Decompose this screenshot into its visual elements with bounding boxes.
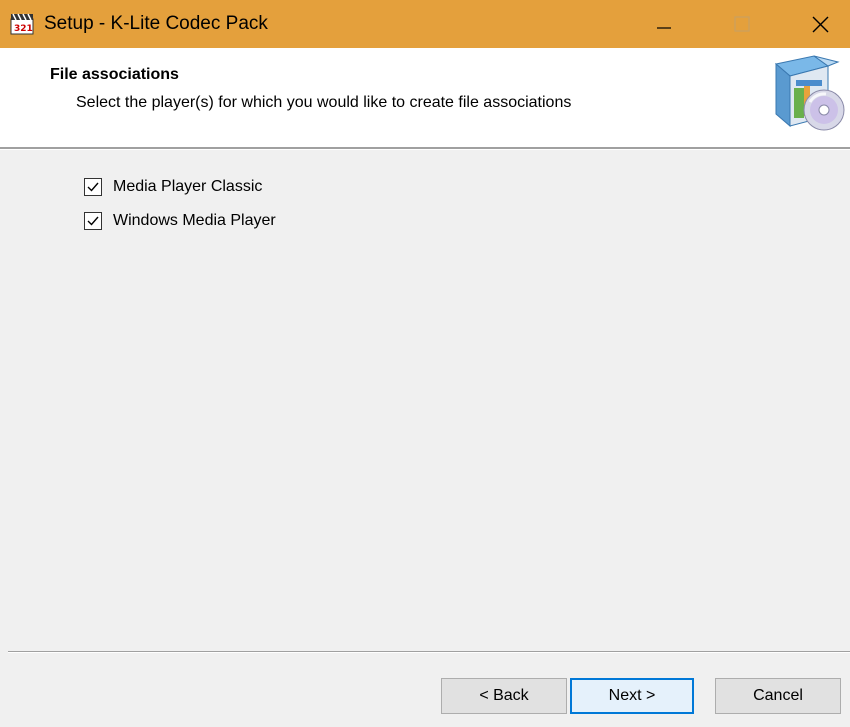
option-label[interactable]: Media Player Classic [113, 178, 262, 196]
minimize-button[interactable] [640, 0, 698, 48]
checkmark-icon [87, 182, 99, 192]
title-bar[interactable]: 321 Setup - K-Lite Codec Pack [0, 0, 850, 48]
checkmark-icon [87, 216, 99, 226]
maximize-button[interactable] [712, 0, 770, 48]
option-windows-media-player[interactable]: Windows Media Player [84, 209, 276, 233]
next-button[interactable]: Next > [570, 678, 694, 714]
cancel-button[interactable]: Cancel [715, 678, 841, 714]
close-icon [812, 16, 829, 33]
page-subtitle: Select the player(s) for which you would… [76, 94, 572, 111]
checkbox-windows-media-player[interactable] [84, 212, 102, 230]
svg-text:321: 321 [14, 24, 33, 34]
installer-box-cd-icon [774, 55, 845, 131]
checkbox-media-player-classic[interactable] [84, 178, 102, 196]
app-icon: 321 [10, 13, 34, 35]
setup-window: 321 Setup - K-Lite Codec Pack File assoc… [0, 0, 850, 727]
option-media-player-classic[interactable]: Media Player Classic [84, 175, 262, 199]
header-divider [0, 147, 850, 150]
page-title: File associations [50, 66, 179, 83]
option-label[interactable]: Windows Media Player [113, 212, 276, 230]
close-button[interactable] [792, 0, 850, 48]
maximize-icon [734, 16, 750, 32]
back-button[interactable]: < Back [441, 678, 567, 714]
minimize-icon [657, 27, 671, 29]
footer-divider [8, 651, 850, 653]
window-title: Setup - K-Lite Codec Pack [44, 13, 268, 34]
wizard-header: File associations Select the player(s) f… [0, 48, 850, 148]
